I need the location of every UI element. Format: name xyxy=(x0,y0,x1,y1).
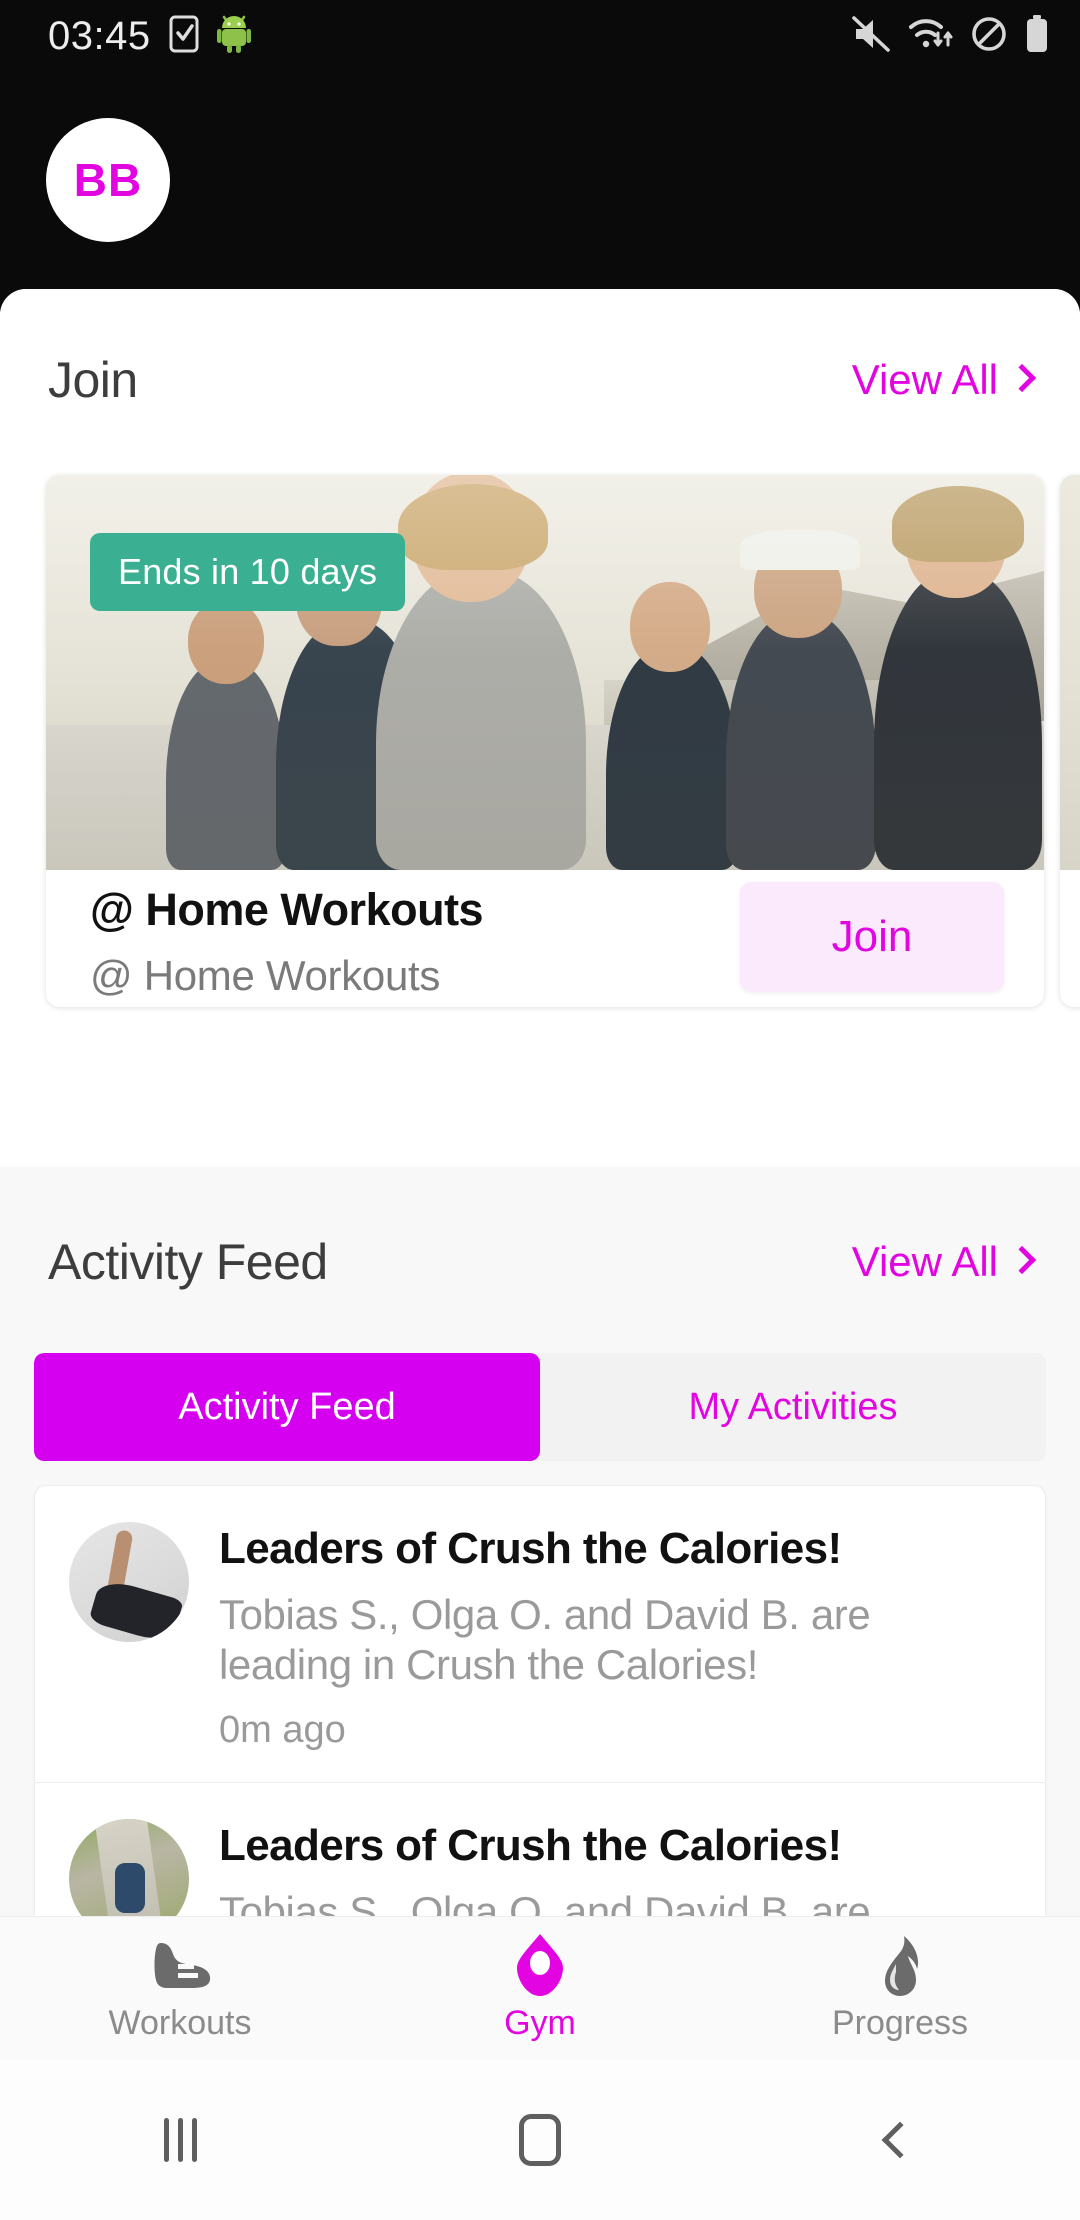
join-view-all-label: View All xyxy=(851,356,998,403)
nav-label-progress: Progress xyxy=(831,2004,969,2042)
status-bar-left: 03:45 xyxy=(48,14,251,59)
content-sheet: Join View All Ends in 10 days @ Home Wor… xyxy=(0,289,1080,1916)
activity-tabs: Activity Feed My Activities xyxy=(34,1353,1046,1461)
challenge-ends-badge: Ends in 10 days xyxy=(90,533,406,611)
status-bar-right xyxy=(850,14,1050,59)
gym-marker-icon xyxy=(509,1934,571,1996)
challenge-card-next[interactable] xyxy=(1060,475,1080,1007)
activity-item-description: Tobias S., Olga O. and David B. are lead… xyxy=(219,1591,871,1688)
system-navigation-bar xyxy=(0,2060,1080,2220)
flame-icon xyxy=(871,1934,929,1996)
challenge-carousel[interactable]: Ends in 10 days @ Home Workouts @ Home W… xyxy=(0,475,1080,1007)
tab-my-activities[interactable]: My Activities xyxy=(540,1353,1046,1461)
join-challenge-button[interactable]: Join xyxy=(740,882,1004,992)
home-button[interactable] xyxy=(360,2114,720,2166)
shoe-icon xyxy=(147,1934,213,1996)
phone-screen: 03:45 BB Join View All Ends in 10 days @… xyxy=(0,0,1080,2220)
activity-item-title: Leaders of Crush the Calories! xyxy=(219,1821,842,1871)
android-robot-icon xyxy=(216,14,251,59)
battery-icon xyxy=(1024,14,1050,59)
activity-feed-card: Leaders of Crush the Calories! Tobias S.… xyxy=(34,1485,1046,1916)
activity-item-time: 0m ago xyxy=(219,1709,346,1752)
chevron-right-icon xyxy=(1007,1245,1037,1275)
chevron-right-icon xyxy=(1007,363,1037,393)
bottom-navigation: Workouts Gym Progress xyxy=(0,1916,1080,2060)
nav-item-gym[interactable]: Gym xyxy=(360,1934,720,2043)
join-view-all-link[interactable]: View All xyxy=(851,356,1037,404)
activity-feed-list: Leaders of Crush the Calories! Tobias S.… xyxy=(34,1485,1046,1916)
challenge-subtitle: @ Home Workouts xyxy=(90,952,441,999)
activity-item-text: Leaders of Crush the Calories! Tobias S.… xyxy=(219,1522,1011,1752)
join-section-title: Join xyxy=(48,352,138,408)
activity-section-title: Activity Feed xyxy=(48,1234,328,1290)
activity-item-title: Leaders of Crush the Calories! xyxy=(219,1524,842,1573)
challenge-card-body: @ Home Workouts @ Home Workouts Join xyxy=(46,870,1044,1007)
do-not-disturb-icon xyxy=(970,15,1008,58)
avatar[interactable]: BB xyxy=(46,118,170,242)
join-section-header: Join View All xyxy=(0,351,1080,409)
back-button[interactable] xyxy=(720,2121,1080,2159)
activity-view-all-link[interactable]: View All xyxy=(851,1238,1037,1286)
image-sky xyxy=(1060,475,1080,870)
app-header: BB xyxy=(0,72,1080,292)
challenge-title: @ Home Workouts xyxy=(90,884,484,935)
wifi-data-icon xyxy=(908,15,954,58)
avatar-initials: BB xyxy=(73,154,143,206)
activity-item-description: Tobias S., Olga O. and David B. are xyxy=(219,1888,871,1916)
nav-label-gym: Gym xyxy=(504,2004,576,2042)
sim-card-check-icon xyxy=(169,15,199,58)
challenge-image: Ends in 10 days xyxy=(46,475,1044,870)
recents-icon xyxy=(163,2118,197,2162)
activity-view-all-label: View All xyxy=(851,1238,998,1285)
challenge-card-text: @ Home Workouts @ Home Workouts xyxy=(90,884,484,1000)
volume-mute-icon xyxy=(850,15,892,58)
nav-item-workouts[interactable]: Workouts xyxy=(0,1934,360,2043)
home-icon xyxy=(519,2114,561,2166)
activity-item-text: Leaders of Crush the Calories! Tobias S.… xyxy=(219,1819,1011,1916)
challenge-card[interactable]: Ends in 10 days @ Home Workouts @ Home W… xyxy=(46,475,1044,1007)
recents-button[interactable] xyxy=(0,2118,360,2162)
activity-section-header: Activity Feed View All xyxy=(0,1233,1080,1291)
back-icon xyxy=(881,2121,919,2159)
nav-item-progress[interactable]: Progress xyxy=(720,1934,1080,2043)
activity-thumbnail xyxy=(69,1819,189,1916)
status-bar: 03:45 xyxy=(0,0,1080,72)
activity-thumbnail xyxy=(69,1522,189,1642)
nav-label-workouts: Workouts xyxy=(108,2004,252,2042)
list-item[interactable]: Leaders of Crush the Calories! Tobias S.… xyxy=(35,1782,1045,1916)
challenge-image-next xyxy=(1060,475,1080,870)
list-item[interactable]: Leaders of Crush the Calories! Tobias S.… xyxy=(35,1486,1045,1782)
tab-activity-feed[interactable]: Activity Feed xyxy=(34,1353,540,1461)
status-bar-clock: 03:45 xyxy=(48,13,151,58)
